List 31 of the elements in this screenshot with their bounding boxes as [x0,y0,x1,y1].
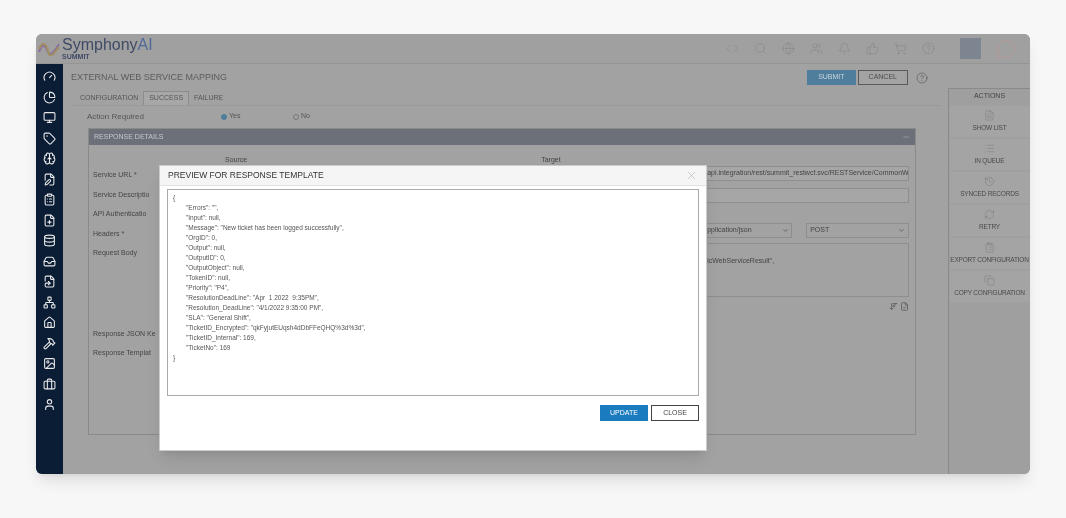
document-arrow-icon[interactable] [43,275,56,288]
tag-icon[interactable] [43,131,56,145]
page-title: EXTERNAL WEB SERVICE MAPPING [71,70,228,84]
caret-icon [898,226,906,234]
caret-icon [782,226,790,234]
hammer-icon[interactable] [43,336,56,350]
clipboard-icon[interactable] [43,193,56,206]
history-icon [984,176,995,187]
person-icon[interactable] [43,398,56,411]
document-icon [984,110,995,121]
copy-icon [984,275,995,286]
database-icon[interactable] [43,234,56,247]
document-edit-icon[interactable] [43,172,56,186]
document-check-icon[interactable] [900,301,910,311]
house-icon[interactable] [43,316,56,329]
image-icon[interactable] [43,357,56,370]
document-add-icon[interactable] [43,213,56,227]
pie-chart-icon[interactable] [43,90,56,104]
dialog-title: PREVIEW FOR RESPONSE TEMPLATE [168,169,324,182]
refresh-icon [984,209,995,220]
head-icon[interactable] [43,152,56,165]
inbox-icon[interactable] [43,254,56,268]
network-icon[interactable] [43,295,56,309]
field-label: Action Required [87,110,145,123]
gauge-icon[interactable] [43,70,56,83]
text-field[interactable] [704,187,910,203]
clipboard-icon [984,242,995,253]
briefcase-icon[interactable] [43,377,56,391]
monitor-icon[interactable] [43,111,56,124]
wave-logo-icon [38,41,60,56]
brand-name: SymphonyAI [62,37,153,53]
